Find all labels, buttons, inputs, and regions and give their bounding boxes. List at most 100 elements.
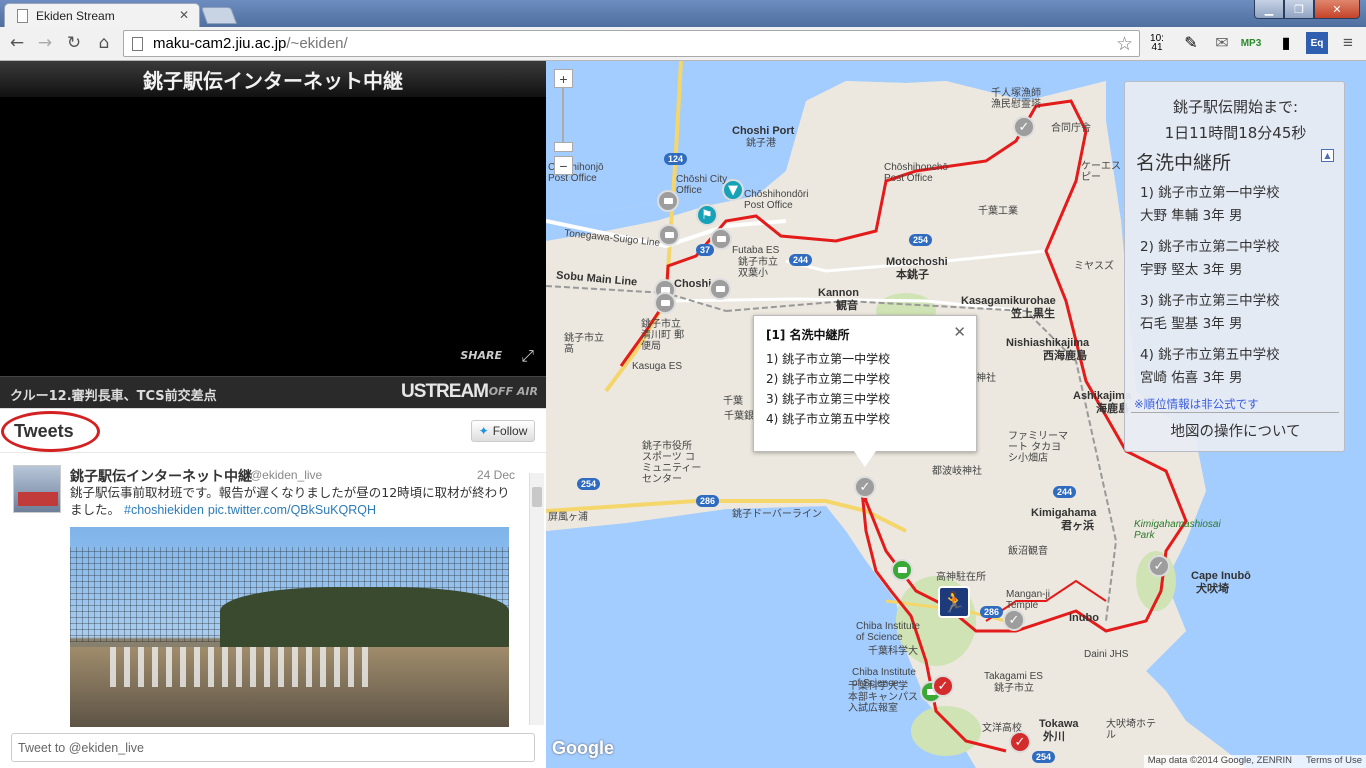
fullscreen-icon[interactable]: ⤢ bbox=[521, 346, 534, 366]
camera-marker[interactable] bbox=[710, 228, 732, 250]
video-player[interactable]: 銚子駅伝インターネット中継 SHARE ⤢ クルー12.審判長車、TCS前交差点… bbox=[0, 61, 546, 408]
zoom-slider[interactable] bbox=[562, 88, 564, 142]
camera-marker[interactable] bbox=[657, 190, 679, 212]
phone-extension-icon[interactable]: ▮ bbox=[1275, 32, 1297, 54]
label-chiba: 千葉 bbox=[723, 396, 743, 407]
camera-marker[interactable] bbox=[654, 292, 676, 314]
clock-extension[interactable]: 10: 41 bbox=[1146, 32, 1168, 54]
avatar[interactable] bbox=[13, 465, 61, 513]
tweet-date[interactable]: 24 Dec bbox=[477, 468, 515, 482]
label-sports-center: 銚子市役所 スポーツ コミュニティー センター bbox=[642, 441, 702, 485]
label-kimigahama: Kimigahama bbox=[1031, 507, 1097, 519]
runner-icon[interactable]: 🏃 bbox=[938, 586, 970, 618]
checkpoint-marker-selected[interactable]: ✓ bbox=[854, 476, 876, 498]
google-logo[interactable]: Google bbox=[552, 738, 614, 759]
tweets-scrollbar[interactable] bbox=[529, 473, 544, 725]
eyedropper-extension-icon[interactable]: ✎ bbox=[1180, 32, 1202, 54]
checkpoint-marker-red[interactable]: ✓ bbox=[1009, 731, 1031, 753]
minimize-button[interactable]: ▁ bbox=[1254, 0, 1284, 19]
page-info-icon[interactable] bbox=[132, 36, 143, 51]
zoom-in-button[interactable]: + bbox=[554, 69, 573, 88]
tab-close-icon[interactable]: ✕ bbox=[179, 8, 189, 22]
label-futaba-es: Futaba ES bbox=[732, 245, 780, 256]
browser-tab[interactable]: Ekiden Stream ✕ bbox=[4, 3, 200, 27]
label-kasuga-es: Kasuga ES bbox=[632, 361, 683, 372]
mp3-extension-icon[interactable]: MP3 bbox=[1240, 32, 1262, 54]
label-daini-jhs: Daini JHS bbox=[1084, 649, 1129, 660]
back-icon[interactable]: ← bbox=[6, 32, 28, 54]
label-choshi-port: Choshi Port bbox=[732, 125, 795, 137]
menu-icon[interactable]: ≡ bbox=[1337, 32, 1359, 54]
zoom-slider-handle[interactable] bbox=[554, 142, 573, 152]
map-help-link[interactable]: 地図の操作について bbox=[1125, 420, 1346, 441]
bookmark-star-icon[interactable]: ☆ bbox=[1116, 33, 1133, 55]
label-nishiashikajima-ja: 西海鹿島 bbox=[1043, 349, 1087, 362]
start-marker[interactable]: ▼ bbox=[722, 179, 744, 201]
tweet-author-handle[interactable]: @ekiden_live bbox=[250, 468, 322, 482]
label-cape-inubo: Cape Inubō bbox=[1191, 570, 1251, 582]
share-button[interactable]: SHARE bbox=[460, 349, 502, 362]
camera-marker-active[interactable] bbox=[891, 559, 913, 581]
tweet-compose-input[interactable]: Tweet to @ekiden_live bbox=[11, 733, 535, 762]
divider bbox=[1131, 412, 1339, 413]
info-close-icon[interactable]: ✕ bbox=[953, 323, 966, 341]
ustream-logo[interactable]: USTREAM bbox=[401, 381, 489, 403]
label-futaba-ja: 銚子市立 双葉小 bbox=[738, 257, 778, 279]
home-icon[interactable]: ⌂ bbox=[93, 32, 115, 54]
eq-extension-icon[interactable]: Eq bbox=[1306, 32, 1328, 54]
info-item: 4) 銚子市立第五中学校 bbox=[766, 412, 891, 426]
divider bbox=[0, 452, 546, 453]
new-tab-button[interactable] bbox=[200, 7, 238, 24]
label-chiba-campus: 千葉科学大学 本部キャンパス 入試広報室 bbox=[848, 681, 918, 714]
label-keihin: ケーエスピー bbox=[1081, 161, 1121, 183]
checkpoint-marker[interactable]: ✓ bbox=[1013, 116, 1035, 138]
scroll-thumb[interactable] bbox=[532, 487, 542, 507]
clock-minute: 41 bbox=[1151, 42, 1163, 53]
window-titlebar: Ekiden Stream ✕ ▁ ❐ ✕ bbox=[0, 0, 1366, 27]
label-honcho-post: Chōshihonchō Post Office bbox=[884, 162, 948, 184]
route-124-shield: 124 bbox=[664, 153, 688, 165]
mail-extension-icon[interactable]: ✉ bbox=[1211, 32, 1233, 54]
camera-marker[interactable] bbox=[658, 224, 680, 246]
checkpoint-marker-red[interactable]: ✓ bbox=[932, 675, 954, 697]
checkpoint-marker[interactable]: ✓ bbox=[1003, 609, 1025, 631]
page-icon bbox=[17, 8, 28, 23]
tweet-author-name[interactable]: 銚子駅伝インターネット中継 bbox=[70, 466, 252, 486]
tweet-text: 銚子駅伝事前取材班です。報告が遅くなりましたが昼の12時頃に取材が終わりました。… bbox=[70, 484, 520, 519]
broadcast-status: OFF AIR bbox=[488, 385, 538, 398]
forward-icon[interactable]: → bbox=[34, 32, 56, 54]
follow-button[interactable]: ✦ Follow bbox=[471, 420, 535, 442]
station-name: 名洗中継所 bbox=[1136, 152, 1232, 174]
terms-link[interactable]: Terms of Use bbox=[1306, 755, 1362, 768]
reload-icon[interactable]: ↻ bbox=[63, 32, 85, 54]
url-host: maku-cam2.jiu.ac.jp bbox=[153, 35, 287, 52]
countdown-value: 1日11時間18分45秒 bbox=[1164, 124, 1307, 142]
map[interactable]: Choshi Port 銚子港 Chōshi City Office Chōsh… bbox=[546, 61, 1366, 768]
tab-title: Ekiden Stream bbox=[36, 8, 115, 23]
tweet-media-link[interactable]: pic.twitter.com/QBkSuKQRQH bbox=[208, 503, 376, 517]
camera-marker[interactable] bbox=[709, 278, 731, 300]
label-manganji: Mangan-ji Temple bbox=[1006, 589, 1050, 611]
info-item: 3) 銚子市立第三中学校 bbox=[766, 392, 891, 406]
info-title: [1] 名洗中継所 bbox=[766, 328, 850, 342]
label-kannon: Kannon bbox=[818, 287, 859, 299]
label-kiyokawa-post: 銚子市立 清川町 郵便局 bbox=[641, 319, 685, 352]
route-286-shield-2: 286 bbox=[980, 606, 1004, 618]
info-item: 1) 銚子市立第一中学校 bbox=[766, 352, 891, 366]
label-senninzuka: 千人塚漁師 漁民慰霊塔 bbox=[991, 88, 1041, 110]
entry-runner: 大野 隼輔 3年 男 bbox=[1140, 208, 1243, 224]
maximize-button[interactable]: ❐ bbox=[1284, 0, 1314, 19]
address-bar[interactable]: maku-cam2.jiu.ac.jp /~ekiden/ ☆ bbox=[123, 30, 1140, 57]
close-window-button[interactable]: ✕ bbox=[1314, 0, 1360, 19]
route-254-shield-2: 254 bbox=[577, 478, 601, 490]
start-flag-marker[interactable]: ⚑ bbox=[696, 204, 718, 226]
tweet-hashtag[interactable]: #choshiekiden bbox=[124, 503, 204, 517]
label-mikasa: ミヤスズ bbox=[1074, 261, 1114, 272]
collapse-icon[interactable]: ▲ bbox=[1321, 149, 1334, 162]
ustream-bar: クルー12.審判長車、TCS前交差点 USTREAM OFF AIR bbox=[0, 376, 546, 408]
tweet-photo[interactable] bbox=[70, 527, 509, 727]
zoom-out-button[interactable]: − bbox=[554, 156, 573, 175]
checkpoint-marker[interactable]: ✓ bbox=[1148, 555, 1170, 577]
label-tokawa-ja: 外川 bbox=[1043, 730, 1065, 743]
video-title: 銚子駅伝インターネット中継 bbox=[143, 69, 403, 93]
